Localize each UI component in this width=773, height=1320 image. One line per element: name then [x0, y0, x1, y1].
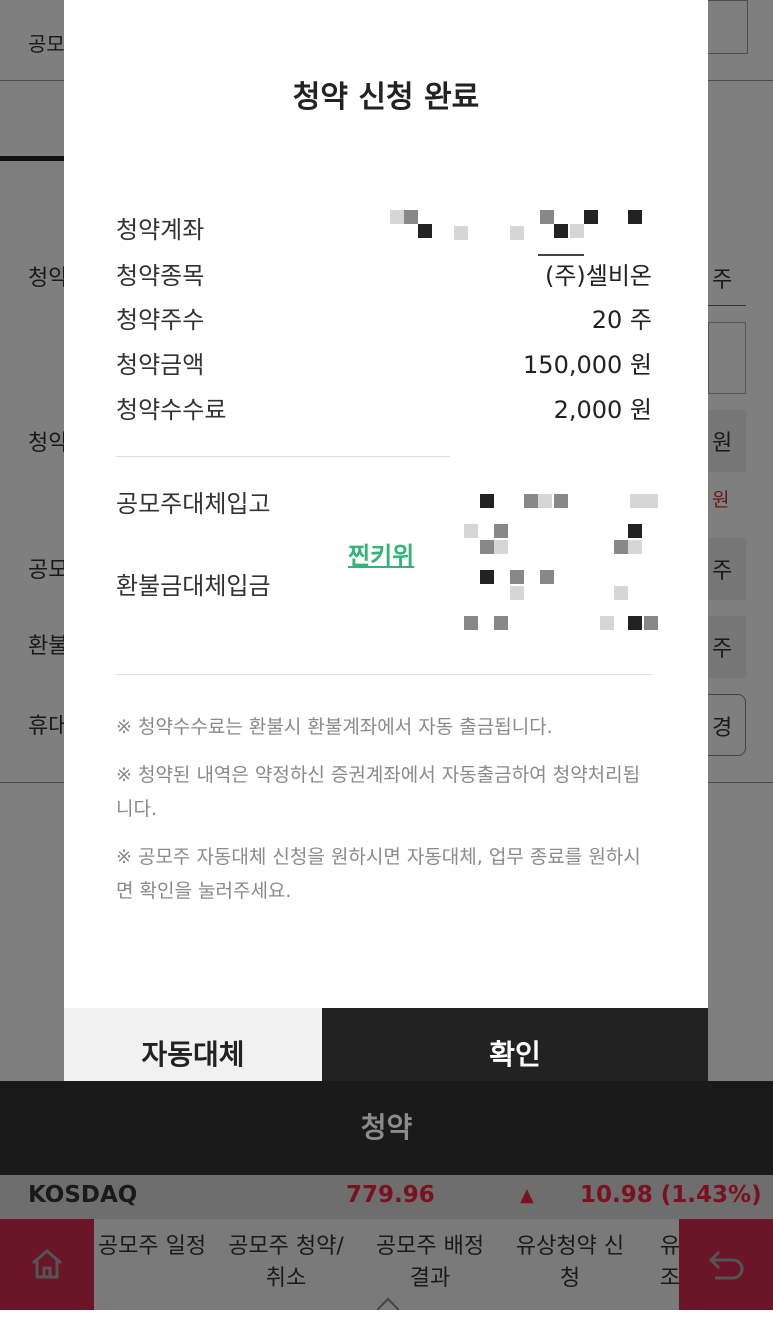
dialog-title: 청약 신청 완료	[292, 80, 480, 115]
back-button[interactable]	[679, 1219, 773, 1310]
row-label: 청약수수료	[116, 396, 227, 424]
row-refund-transfer: 환불금대체입금	[116, 566, 652, 606]
back-icon	[708, 1250, 744, 1280]
nav-rights-subscribe[interactable]: 유상청약 신청	[510, 1231, 630, 1295]
ticker-index: KOSDAQ	[28, 1182, 138, 1208]
row-value: 2,000 원	[553, 396, 652, 424]
subscribe-bar: 청약	[0, 1081, 773, 1175]
home-button[interactable]	[0, 1219, 94, 1310]
bottom-navigation: 공모주 일정 공모주 청약/취소 공모주 배정결과 유상청약 신청 유 조	[0, 1219, 773, 1320]
divider	[116, 456, 450, 457]
notice-fee: ※ 청약수수료는 환불시 환불계좌에서 자동 출금됩니다.	[116, 716, 553, 738]
row-stock: 청약종목 (주)셀비온	[116, 256, 652, 296]
chevron-up-icon	[376, 1297, 400, 1320]
row-label: 환불금대체입금	[116, 572, 271, 600]
notice-withdrawal: ※ 청약된 내역은 약정하신 증권계좌에서 자동출금하여 청약처리됩니다.	[116, 764, 641, 820]
nav-ipo-subscribe-cancel[interactable]: 공모주 청약/취소	[226, 1231, 346, 1295]
notice-auto-transfer: ※ 공모주 자동대체 신청을 원하시면 자동대체, 업무 종료를 원하시면 확인…	[116, 846, 641, 902]
ticker-value: 779.96	[346, 1182, 435, 1208]
nav-ipo-schedule[interactable]: 공모주 일정	[92, 1231, 212, 1263]
row-stock-transfer: 공모주대체입고	[116, 484, 652, 524]
home-icon	[32, 1249, 62, 1279]
row-fee: 청약수수료 2,000 원	[116, 390, 652, 430]
row-value: 20 주	[591, 306, 652, 334]
row-label: 청약종목	[116, 262, 205, 290]
watermark-text: 찐키위	[348, 542, 415, 570]
row-label: 청약주수	[116, 306, 205, 334]
row-value: (주)셀비온	[544, 262, 652, 290]
market-ticker: KOSDAQ 779.96 ▲ 10.98 (1.43%)	[0, 1175, 773, 1219]
row-quantity: 청약주수 20 주	[116, 300, 652, 340]
row-label: 청약금액	[116, 351, 205, 379]
row-label: 청약계좌	[116, 216, 205, 244]
divider	[116, 674, 652, 675]
subscription-complete-dialog: 청약 신청 완료 청약계좌 청약종목 (주)셀비온 청약주수 20 주 청약금액…	[64, 0, 708, 1101]
row-value: 150,000 원	[523, 351, 652, 379]
nav-ipo-allocation[interactable]: 공모주 배정결과	[370, 1231, 490, 1295]
row-amount: 청약금액 150,000 원	[116, 345, 652, 385]
up-arrow-icon: ▲	[520, 1185, 534, 1206]
ticker-change: 10.98 (1.43%)	[580, 1182, 762, 1208]
row-label: 공모주대체입고	[116, 490, 271, 518]
